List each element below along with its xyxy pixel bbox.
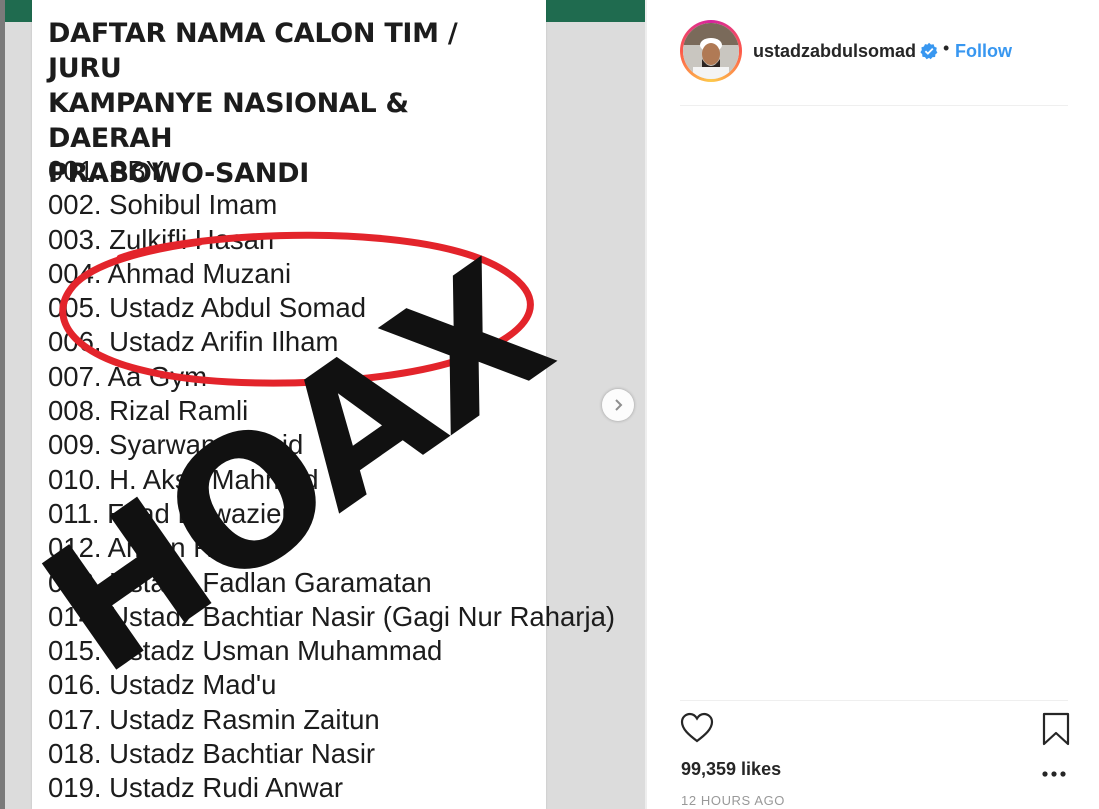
list-item: 003. Zulkifli Hasan	[48, 223, 275, 255]
list-item: 010. H. Aksa Mahmud	[48, 463, 319, 495]
list-item: 009. Syarwan Hamid	[48, 429, 304, 461]
avatar[interactable]	[683, 23, 739, 79]
post-panel: ustadzabdulsomad • Follow 99,359 likes 1…	[647, 0, 1099, 809]
list-item: 011. Fuad Bawazier	[48, 497, 291, 529]
list-item: 007. Aa Gym	[48, 360, 207, 392]
list-item: 008. Rizal Ramli	[48, 395, 249, 427]
list-item: 016. Ustadz Mad'u	[48, 669, 277, 701]
list-item: 013. Ustadz Fadlan Garamatan	[48, 566, 432, 598]
list-item: 018. Ustadz Bachtiar Nasir	[48, 738, 376, 770]
heart-icon[interactable]	[680, 712, 714, 744]
list-item: 017. Ustadz Rasmin Zaitun	[48, 703, 380, 735]
bookmark-icon[interactable]	[1041, 712, 1071, 746]
list-item: 012. Amien Rais	[48, 532, 249, 564]
list-item: 015. Ustadz Usman Muhammad	[48, 635, 443, 667]
list-item: 005. Ustadz Abdul Somad	[48, 292, 366, 324]
actions-divider	[680, 700, 1068, 701]
list-item: 006. Ustadz Arifin Ilham	[48, 326, 339, 358]
username-link[interactable]: ustadzabdulsomad	[753, 41, 916, 62]
separator-dot: •	[943, 38, 950, 58]
media-frame-edge	[0, 0, 5, 809]
verified-badge-icon	[920, 42, 938, 60]
name-list: 001. SBY 002. Sohibul Imam 003. Zulkifli H…	[48, 154, 615, 806]
list-item: 004. Ahmad Muzani	[48, 257, 292, 289]
story-ring[interactable]	[680, 20, 742, 82]
list-item: 014. Ustadz Bachtiar Nasir (Gagi Nur Rah…	[48, 600, 616, 632]
header-divider	[680, 105, 1068, 106]
likes-count[interactable]: 99,359 likes	[681, 759, 781, 780]
post-header: ustadzabdulsomad • Follow	[680, 20, 1068, 86]
next-image-button[interactable]	[602, 389, 634, 421]
post-timestamp[interactable]: 12 HOURS AGO	[681, 793, 785, 808]
follow-button[interactable]: Follow	[955, 41, 1012, 62]
chevron-right-icon	[615, 399, 623, 411]
list-item: 001. SBY	[48, 155, 165, 186]
post-media: DAFTAR NAMA CALON TIM / JURU KAMPANYE NA…	[0, 0, 647, 809]
avatar-photo	[683, 23, 739, 79]
list-item: 002. Sohibul Imam	[48, 189, 278, 221]
more-options-icon[interactable]	[1041, 770, 1067, 778]
list-item: 019. Ustadz Rudi Anwar	[48, 772, 344, 804]
